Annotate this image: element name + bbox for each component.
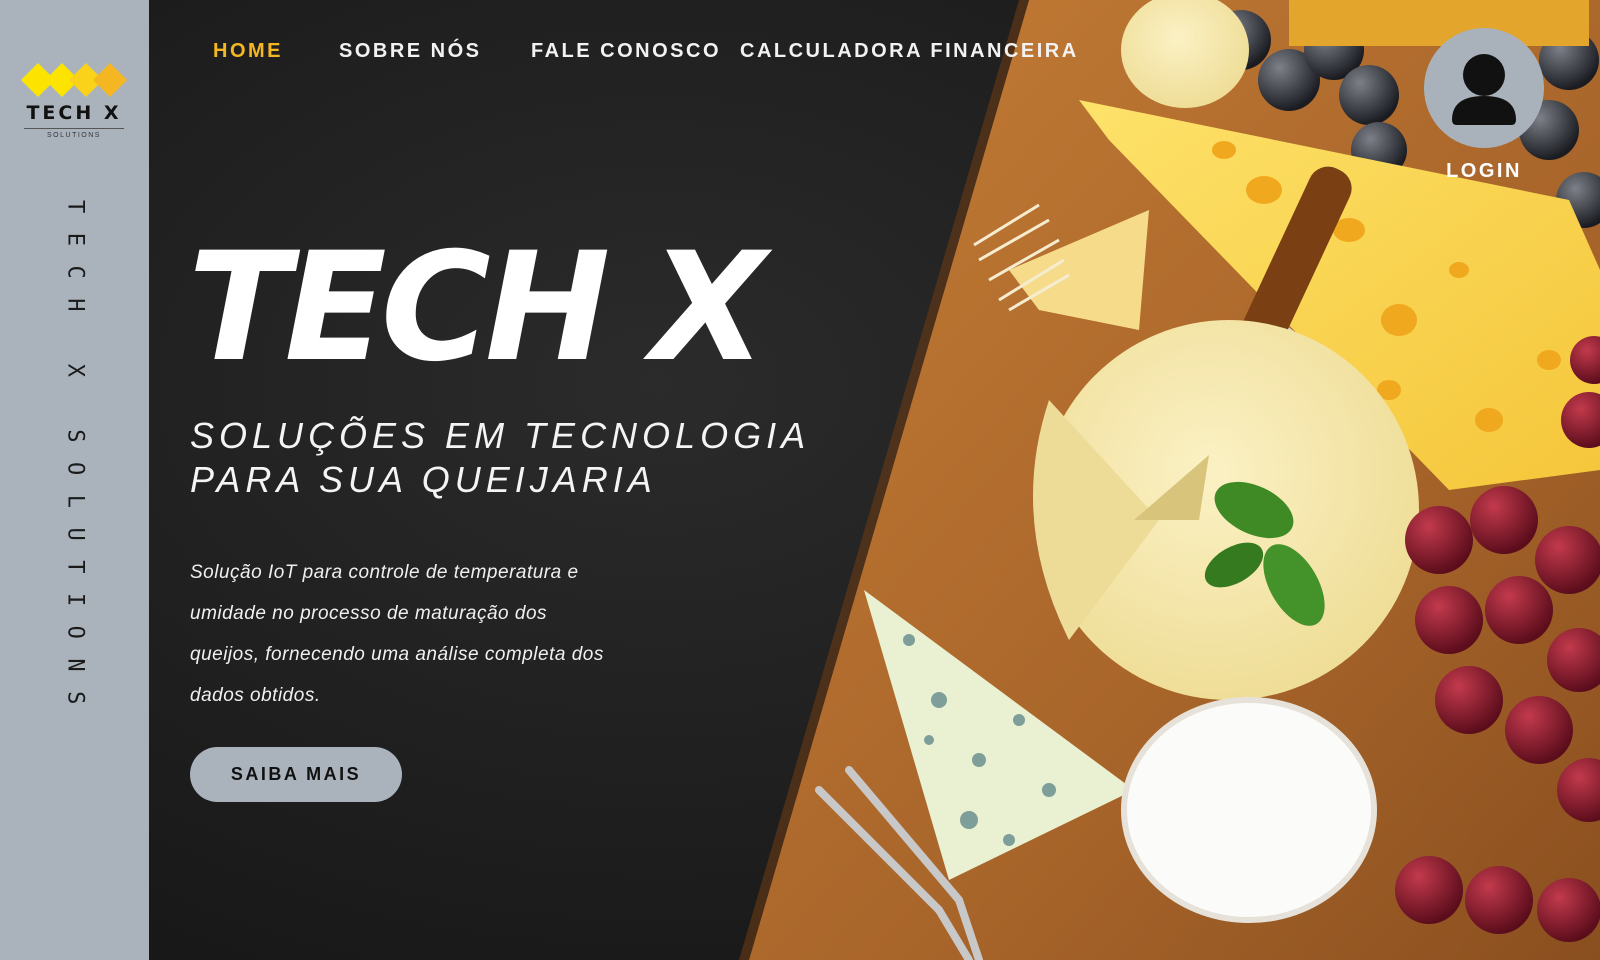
user-icon [1452,54,1516,125]
hero-subtitle-line2: PARA SUA QUEIJARIA [190,459,657,500]
brand-logo[interactable]: TECH X SOLUTIONS [18,62,130,144]
diamond-logo-icon [21,63,127,97]
nav-sobre-nos[interactable]: SOBRE NÓS [339,40,482,63]
nav-fale-conosco[interactable]: FALE CONOSCO [531,40,721,63]
nav-calculadora-financeira[interactable]: CALCULADORA FINANCEIRA [740,40,1079,63]
hero-description: Solução IoT para controle de temperatura… [190,562,604,706]
logo-divider [24,128,124,129]
login-label: LOGIN [1446,160,1522,182]
logo-wordmark: TECH X [26,102,122,124]
sidebar-vertical-brand: TECH X SOLUTIONS [62,200,88,724]
sidebar: TECH X SOLUTIONS TECH X SOLUTIONS [0,0,149,960]
hero-title: TECH X [188,221,766,395]
main-nav: HOME SOBRE NÓS FALE CONOSCO CALCULADORA … [149,40,1089,70]
user-avatar[interactable] [1424,28,1544,148]
hero-subtitle: SOLUÇÕES EM TECNOLOGIA PARA SUA QUEIJARI… [190,414,830,502]
logo-tagline: SOLUTIONS [47,132,101,139]
hero-subtitle-line1: SOLUÇÕES EM TECNOLOGIA [190,415,811,456]
login-button[interactable]: LOGIN [1424,28,1544,188]
nav-home[interactable]: HOME [213,40,283,63]
saiba-mais-button[interactable]: SAIBA MAIS [190,747,402,802]
